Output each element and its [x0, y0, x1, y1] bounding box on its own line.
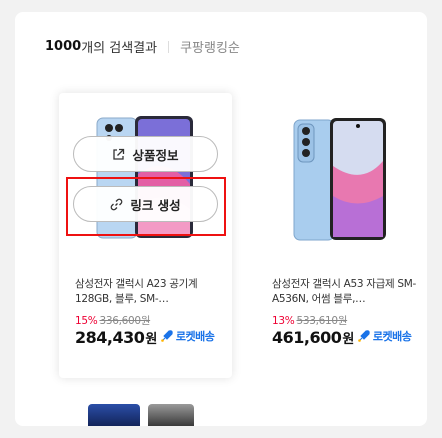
discount-line-1: 15% 336,600원 [75, 313, 150, 328]
header-divider [168, 40, 170, 53]
original-price-1: 336,600원 [99, 315, 151, 327]
highlight-box [66, 177, 226, 236]
sale-price-2: 461,600 원 로켓배송 [272, 328, 412, 347]
discount-line-2: 13% 533,610원 [272, 313, 347, 328]
phone-a53-image [293, 118, 386, 241]
discount-rate-1: 15% [75, 315, 98, 327]
price-currency-2: 원 [342, 332, 354, 347]
product-info-label: 상품정보 [132, 147, 179, 163]
rocket-delivery-label-2: 로켓배송 [372, 330, 412, 343]
original-price-2: 533,610원 [296, 315, 348, 327]
sort-option[interactable]: 쿠팡랭킹순 [180, 37, 240, 56]
sale-price-1: 284,430 원 로켓배송 [75, 328, 215, 347]
result-count: 1000 [45, 39, 82, 54]
product-image-3-partial[interactable] [88, 404, 140, 426]
external-link-icon [113, 148, 125, 160]
product-title-1[interactable]: 삼성전자 갤럭시 A23 공기계 128GB, 블루, SM-… [75, 277, 225, 307]
result-count-suffix: 개의 검색결과 [81, 41, 158, 56]
rocket-delivery-label-1: 로켓배송 [175, 330, 215, 343]
product-image-2[interactable] [292, 116, 388, 242]
rocket-icon [358, 330, 370, 342]
discount-rate-2: 13% [272, 315, 295, 327]
product-image-4-partial[interactable] [148, 404, 194, 426]
price-currency-1: 원 [145, 332, 157, 347]
product-info-button[interactable]: 상품정보 [73, 136, 218, 172]
results-header: 1000 개의 검색결과 쿠팡랭킹순 [45, 37, 240, 56]
price-value-1: 284,430 [75, 328, 145, 347]
price-value-2: 461,600 [272, 328, 342, 347]
product-title-2[interactable]: 삼성전자 갤럭시 A53 자급제 SM-A536N, 어썸 블루,… [272, 277, 422, 307]
rocket-icon [161, 330, 173, 342]
rocket-delivery-badge-2: 로켓배송 [357, 328, 412, 344]
rocket-delivery-badge-1: 로켓배송 [160, 328, 215, 344]
